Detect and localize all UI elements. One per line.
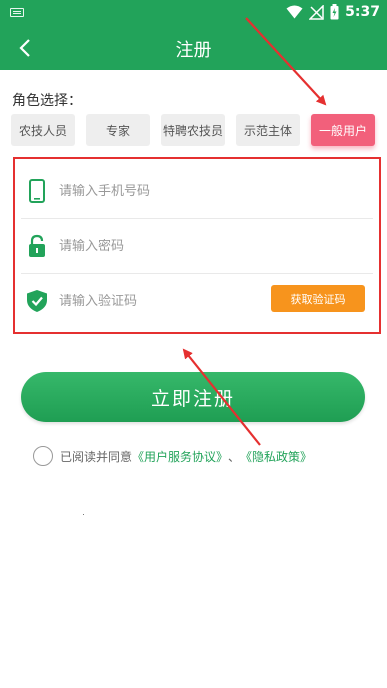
battery-icon [330,4,339,20]
registration-form: 获取验证码 [13,157,381,334]
verification-code-input[interactable] [59,293,249,309]
password-input[interactable] [59,238,249,254]
user-service-agreement-link[interactable]: 《用户服务协议》 [132,448,228,465]
agreement-radio[interactable] [33,446,53,466]
role-option-general-user[interactable]: 一般用户 [311,114,375,146]
status-bar: 5:37 [0,0,387,26]
role-select-label: 角色选择： [12,93,82,109]
role-option-agri-technician[interactable]: 农技人员 [11,114,75,146]
verification-code-row: 获取验证码 [21,274,373,328]
phone-input[interactable] [59,183,249,199]
phone-icon [25,179,49,203]
page-title: 注册 [175,40,212,61]
agreement-row: 已阅读并同意 《用户服务协议》 、 《隐私政策》 [33,445,312,467]
app-bar: 注册 [0,26,387,70]
status-icons: 5:37 [286,4,380,20]
agreement-prefix: 已阅读并同意 [60,449,133,464]
speck [83,514,84,515]
role-option-demo-entity[interactable]: 示范主体 [236,114,300,146]
lock-icon [25,234,49,258]
password-row [21,219,373,273]
register-button[interactable]: 立即注册 [21,372,365,422]
get-code-button[interactable]: 获取验证码 [271,285,365,312]
role-option-expert[interactable]: 专家 [86,114,150,146]
status-time: 5:37 [345,4,380,20]
wifi-icon [286,5,303,19]
keyboard-icon [10,8,24,17]
role-option-special-technician[interactable]: 特聘农技员 [161,114,225,146]
privacy-policy-link[interactable]: 《隐私政策》 [240,448,312,465]
role-options: 农技人员 专家 特聘农技员 示范主体 一般用户 [11,114,377,146]
phone-row [21,164,373,218]
shield-check-icon [25,289,49,313]
agreement-separator: 、 [228,449,241,464]
no-signal-icon [309,4,324,20]
